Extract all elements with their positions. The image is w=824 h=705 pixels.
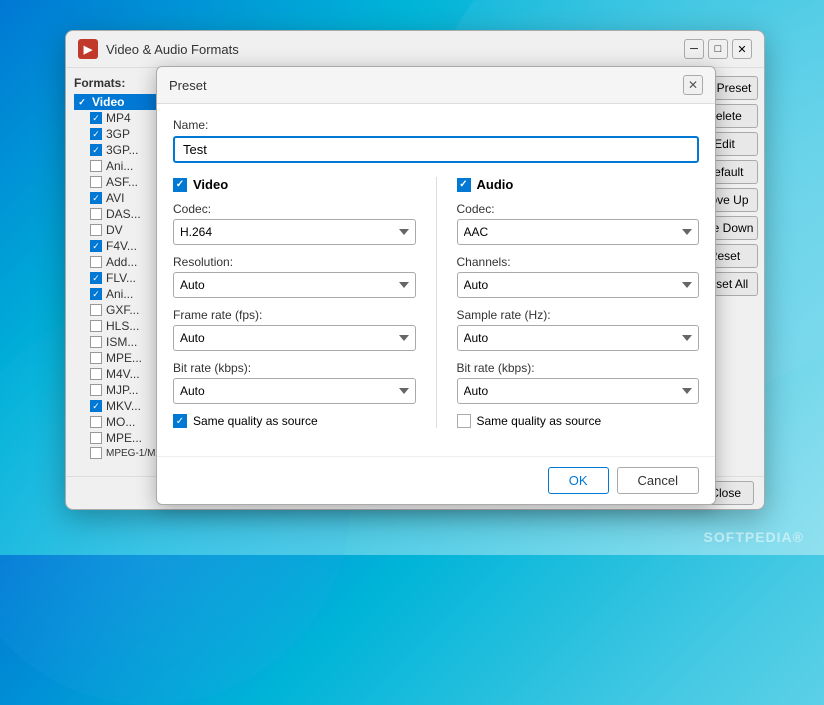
video-bitrate-label: Bit rate (kbps):	[173, 361, 416, 375]
audio-channels-select[interactable]: Auto 1 2 6	[457, 272, 700, 298]
video-checkbox[interactable]: ✓	[76, 96, 88, 108]
checkbox[interactable]	[90, 160, 102, 172]
video-section-label: Video	[193, 177, 228, 192]
name-input[interactable]	[173, 136, 699, 163]
video-codec-select[interactable]: H.264 H.265 MPEG-4	[173, 219, 416, 245]
preset-titlebar: Preset ✕	[157, 67, 715, 104]
checkbox[interactable]	[90, 432, 102, 444]
checkbox[interactable]: ✓	[90, 144, 102, 156]
audio-samplerate-select[interactable]: Auto 44100 48000 96000	[457, 325, 700, 351]
outer-close-button[interactable]: ✕	[732, 39, 752, 59]
video-bitrate-select[interactable]: Auto 1000 2000 4000	[173, 378, 416, 404]
preset-dialog: Preset ✕ Name: ✓ Video Codec:	[156, 66, 716, 505]
checkbox[interactable]: ✓	[90, 112, 102, 124]
audio-bitrate-label: Bit rate (kbps):	[457, 361, 700, 375]
checkbox[interactable]	[90, 384, 102, 396]
checkbox[interactable]: ✓	[90, 400, 102, 412]
checkbox[interactable]: ✓	[90, 192, 102, 204]
audio-same-quality-checkbox[interactable]	[457, 414, 471, 428]
video-codec-label: Codec:	[173, 202, 416, 216]
video-resolution-label: Resolution:	[173, 255, 416, 269]
video-same-quality-label: Same quality as source	[193, 414, 318, 428]
video-column: ✓ Video Codec: H.264 H.265 MPEG-4 Resolu…	[173, 177, 416, 428]
columns: ✓ Video Codec: H.264 H.265 MPEG-4 Resolu…	[173, 177, 699, 428]
checkbox[interactable]	[90, 368, 102, 380]
video-framerate-select[interactable]: Auto 24 30 60	[173, 325, 416, 351]
audio-same-quality-label: Same quality as source	[477, 414, 602, 428]
checkbox[interactable]	[90, 304, 102, 316]
audio-samplerate-label: Sample rate (Hz):	[457, 308, 700, 322]
audio-codec-group: Codec: AAC MP3 AC3 FLAC	[457, 202, 700, 245]
audio-header: ✓ Audio	[457, 177, 700, 192]
preset-dialog-title: Preset	[169, 78, 683, 93]
audio-enable-checkbox[interactable]: ✓	[457, 178, 471, 192]
video-codec-group: Codec: H.264 H.265 MPEG-4	[173, 202, 416, 245]
checkbox[interactable]	[90, 176, 102, 188]
dialog-footer: OK Cancel	[157, 456, 715, 504]
preset-body: Name: ✓ Video Codec: H.264 H.265 MP	[157, 104, 715, 456]
checkbox[interactable]	[90, 256, 102, 268]
video-same-quality-checkbox[interactable]: ✓	[173, 414, 187, 428]
watermark-text: SOFTPEDIA	[704, 529, 793, 545]
checkbox[interactable]: ✓	[90, 240, 102, 252]
minimize-button[interactable]: ─	[684, 39, 704, 59]
maximize-button[interactable]: □	[708, 39, 728, 59]
outer-window: ▶ Video & Audio Formats ─ □ ✕ Formats: ✓…	[65, 30, 765, 510]
cancel-button[interactable]: Cancel	[617, 467, 699, 494]
preset-close-button[interactable]: ✕	[683, 75, 703, 95]
video-framerate-label: Frame rate (fps):	[173, 308, 416, 322]
checkbox[interactable]	[90, 336, 102, 348]
outer-titlebar: ▶ Video & Audio Formats ─ □ ✕	[66, 31, 764, 68]
audio-section-label: Audio	[477, 177, 514, 192]
checkbox[interactable]	[90, 208, 102, 220]
audio-bitrate-select[interactable]: Auto 128 192 256	[457, 378, 700, 404]
checkbox[interactable]: ✓	[90, 272, 102, 284]
checkbox[interactable]	[90, 352, 102, 364]
column-divider	[436, 177, 437, 428]
watermark: SOFTPEDIA®	[704, 529, 804, 545]
audio-column: ✓ Audio Codec: AAC MP3 AC3 FLAC Chan	[457, 177, 700, 428]
audio-codec-label: Codec:	[457, 202, 700, 216]
outer-window-title: Video & Audio Formats	[106, 42, 676, 57]
video-enable-checkbox[interactable]: ✓	[173, 178, 187, 192]
checkbox[interactable]	[90, 320, 102, 332]
checkbox[interactable]	[90, 224, 102, 236]
video-header: ✓ Video	[173, 177, 416, 192]
audio-codec-select[interactable]: AAC MP3 AC3 FLAC	[457, 219, 700, 245]
app-icon: ▶	[78, 39, 98, 59]
video-resolution-select[interactable]: Auto 1920x1080 1280x720	[173, 272, 416, 298]
checkbox[interactable]	[90, 416, 102, 428]
video-framerate-group: Frame rate (fps): Auto 24 30 60	[173, 308, 416, 351]
audio-bitrate-group: Bit rate (kbps): Auto 128 192 256	[457, 361, 700, 404]
checkbox[interactable]: ✓	[90, 128, 102, 140]
audio-samplerate-group: Sample rate (Hz): Auto 44100 48000 96000	[457, 308, 700, 351]
ok-button[interactable]: OK	[548, 467, 609, 494]
name-label: Name:	[173, 118, 699, 132]
audio-channels-label: Channels:	[457, 255, 700, 269]
audio-same-quality-row: Same quality as source	[457, 414, 700, 428]
video-same-quality-row: ✓ Same quality as source	[173, 414, 416, 428]
format-video-label: Video	[92, 95, 124, 109]
video-resolution-group: Resolution: Auto 1920x1080 1280x720	[173, 255, 416, 298]
watermark-suffix: ®	[793, 529, 804, 545]
checkbox[interactable]: ✓	[90, 288, 102, 300]
audio-channels-group: Channels: Auto 1 2 6	[457, 255, 700, 298]
video-bitrate-group: Bit rate (kbps): Auto 1000 2000 4000	[173, 361, 416, 404]
checkbox[interactable]	[90, 447, 102, 459]
